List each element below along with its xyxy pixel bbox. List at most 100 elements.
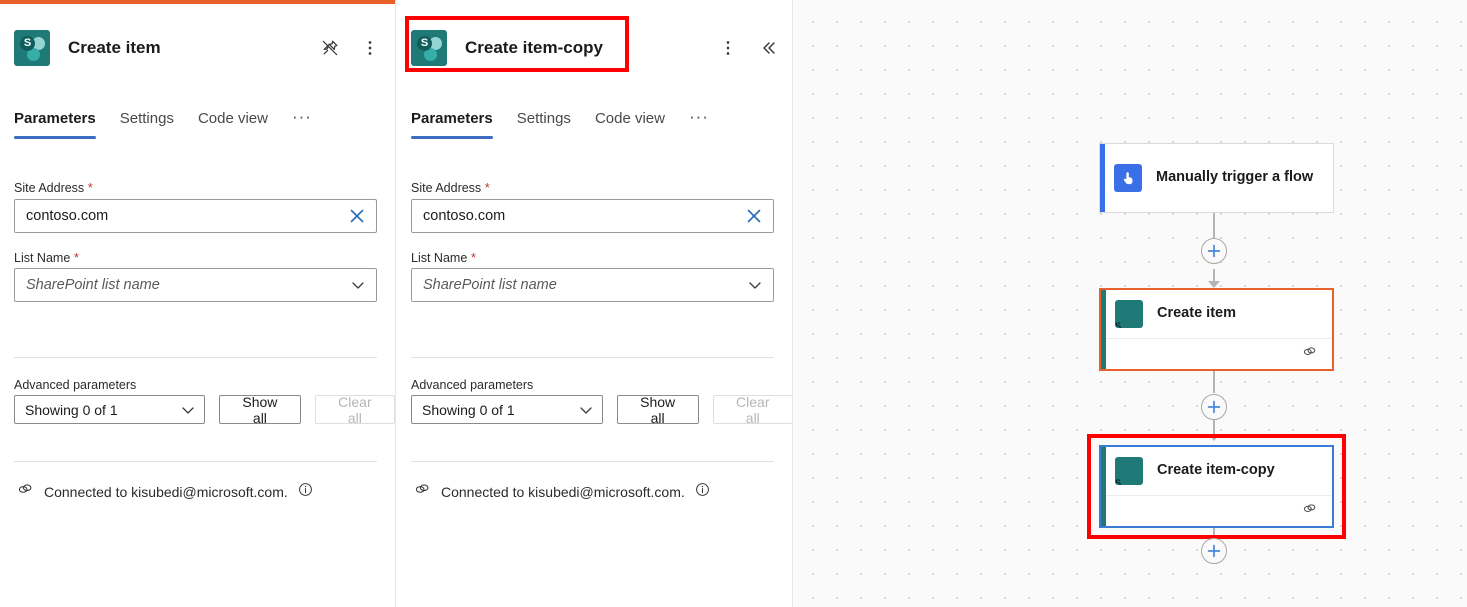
sharepoint-icon: S: [14, 30, 50, 66]
sharepoint-icon-circle-light: [1115, 300, 1125, 310]
info-icon[interactable]: [298, 482, 313, 502]
connection-status: Connected to kisubedi@microsoft.com.: [16, 480, 313, 503]
tab-parameters[interactable]: Parameters: [411, 110, 493, 139]
add-step-button-3[interactable]: [1201, 538, 1227, 564]
show-all-button[interactable]: Show all: [219, 394, 301, 426]
action-details-panel-create-item-copy: S Create item-copy Parameters Settings C…: [397, 0, 793, 607]
connection-status: Connected to kisubedi@microsoft.com.: [413, 480, 710, 503]
advanced-parameters-row: Showing 0 of 1 Show all Clear all: [411, 394, 793, 426]
link-icon: [1301, 500, 1318, 522]
connector-2: [1213, 371, 1215, 393]
flow-node-create-item-copy[interactable]: S Create item-copy: [1099, 445, 1334, 528]
action-details-panel-create-item: S Create item Parameters Settings Code v…: [0, 0, 395, 607]
site-address-input[interactable]: contoso.com: [14, 199, 377, 233]
sharepoint-icon-letter: S: [417, 36, 432, 51]
tab-settings[interactable]: Settings: [517, 110, 571, 139]
list-name-placeholder: SharePoint list name: [26, 277, 160, 293]
power-automate-designer: S Create item Parameters Settings Code v…: [0, 0, 1467, 607]
list-name-label: List Name *: [14, 250, 79, 265]
node-accent-bar: [1101, 290, 1106, 369]
site-address-value: contoso.com: [423, 208, 506, 224]
chevron-down-icon[interactable]: [348, 275, 368, 295]
node-footer: [1101, 338, 1332, 369]
site-address-value: contoso.com: [26, 208, 109, 224]
flow-canvas[interactable]: Manually trigger a flow S Create item S …: [793, 0, 1467, 607]
advanced-parameters-label: Advanced parameters: [411, 378, 534, 392]
advanced-parameters-row: Showing 0 of 1 Show all Clear all: [14, 394, 395, 426]
collapse-icon[interactable]: [755, 35, 781, 61]
connection-text: Connected to kisubedi@microsoft.com.: [44, 483, 288, 500]
sharepoint-icon: S: [1115, 300, 1143, 328]
sharepoint-icon-circle-mid: [1115, 310, 1125, 320]
connector-2b: [1213, 419, 1215, 435]
panel-tabs: Parameters Settings Code view ···: [14, 107, 312, 139]
unpin-icon[interactable]: [317, 35, 343, 61]
clear-icon[interactable]: [743, 205, 765, 227]
chevron-down-icon: [576, 400, 596, 420]
clear-icon[interactable]: [346, 205, 368, 227]
panel-header-actions: [317, 35, 383, 61]
panel-title: Create item: [68, 38, 161, 57]
connector-arrow-2: [1208, 434, 1220, 441]
node-label: Create item: [1157, 305, 1236, 322]
chevron-down-icon[interactable]: [745, 275, 765, 295]
node-main: Manually trigger a flow: [1100, 144, 1333, 212]
panel-tabs: Parameters Settings Code view ···: [411, 107, 709, 139]
advanced-parameters-select[interactable]: Showing 0 of 1: [14, 395, 206, 424]
tab-overflow-icon[interactable]: ···: [689, 107, 709, 139]
panel-divider: [395, 0, 396, 607]
flow-node-create-item[interactable]: S Create item: [1099, 288, 1334, 371]
panel-header-actions: [715, 35, 781, 61]
tab-code-view[interactable]: Code view: [595, 110, 665, 139]
tab-parameters[interactable]: Parameters: [14, 110, 96, 139]
divider: [411, 461, 774, 462]
clear-all-button: Clear all: [712, 394, 793, 426]
site-address-label: Site Address *: [411, 180, 490, 195]
flow-node-manually-trigger-a-flow[interactable]: Manually trigger a flow: [1099, 143, 1334, 213]
advanced-parameters-label: Advanced parameters: [14, 378, 137, 392]
show-all-button[interactable]: Show all: [616, 394, 699, 426]
link-icon: [1301, 343, 1318, 365]
more-options-icon[interactable]: [357, 35, 383, 61]
panel-title: Create item-copy: [465, 38, 603, 57]
add-step-button-1[interactable]: [1201, 238, 1227, 264]
node-main: S Create item-copy: [1101, 447, 1332, 495]
advanced-parameters-select-value: Showing 0 of 1: [422, 401, 515, 418]
tab-settings[interactable]: Settings: [120, 110, 174, 139]
advanced-parameters-select-value: Showing 0 of 1: [25, 401, 118, 418]
node-label: Manually trigger a flow: [1156, 169, 1314, 186]
node-main: S Create item: [1101, 290, 1332, 338]
sharepoint-icon-letter: S: [1115, 478, 1122, 485]
link-icon: [413, 480, 431, 503]
chevron-down-icon: [178, 400, 198, 420]
required-asterisk: *: [84, 180, 93, 195]
sharepoint-icon-circle-light: [1115, 457, 1125, 467]
divider: [411, 357, 774, 358]
tab-overflow-icon[interactable]: ···: [292, 107, 312, 139]
panel-header: S Create item: [14, 26, 383, 70]
more-options-icon[interactable]: [715, 35, 741, 61]
manual-trigger-icon: [1114, 164, 1142, 192]
divider: [14, 357, 377, 358]
panel-header: S Create item-copy: [411, 26, 781, 70]
node-footer: [1101, 495, 1332, 526]
clear-all-button: Clear all: [314, 394, 395, 426]
list-name-dropdown[interactable]: SharePoint list name: [411, 268, 774, 302]
info-icon[interactable]: [695, 482, 710, 502]
required-asterisk: *: [481, 180, 490, 195]
node-accent-bar: [1100, 144, 1105, 212]
required-asterisk: *: [70, 250, 79, 265]
tab-code-view[interactable]: Code view: [198, 110, 268, 139]
list-name-placeholder: SharePoint list name: [423, 277, 557, 293]
node-label: Create item-copy: [1157, 462, 1275, 479]
required-asterisk: *: [467, 250, 476, 265]
connection-text: Connected to kisubedi@microsoft.com.: [441, 483, 685, 500]
connector-arrow-1: [1208, 281, 1220, 288]
list-name-label: List Name *: [411, 250, 476, 265]
advanced-parameters-select[interactable]: Showing 0 of 1: [411, 395, 603, 424]
site-address-input[interactable]: contoso.com: [411, 199, 774, 233]
list-name-dropdown[interactable]: SharePoint list name: [14, 268, 377, 302]
add-step-button-2[interactable]: [1201, 394, 1227, 420]
divider: [14, 461, 377, 462]
link-icon: [16, 480, 34, 503]
